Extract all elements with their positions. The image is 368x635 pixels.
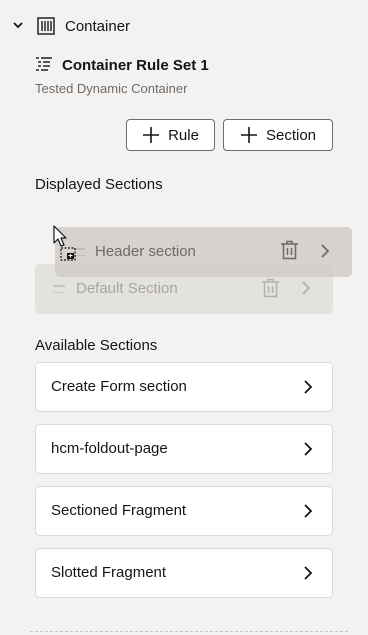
available-section-card[interactable]: hcm-foldout-page <box>35 424 333 474</box>
chevron-right-icon <box>304 442 313 456</box>
dragged-section-label: Header section <box>95 243 196 260</box>
collapse-chevron-down-icon[interactable] <box>10 17 26 33</box>
rule-set-list-icon <box>35 55 53 73</box>
available-section-label: Create Form section <box>51 378 187 395</box>
displayed-sections-label: Displayed Sections <box>35 176 163 193</box>
trash-icon[interactable] <box>261 278 280 298</box>
divider <box>30 631 348 633</box>
add-section-label: Section <box>265 126 317 144</box>
rule-set-subtitle: Tested Dynamic Container <box>35 81 188 96</box>
available-section-label: Sectioned Fragment <box>51 502 187 519</box>
add-section-button[interactable]: Section <box>223 119 333 151</box>
available-section-label: Slotted Fragment <box>51 564 167 581</box>
add-rule-button[interactable]: Rule <box>126 119 215 151</box>
drag-handle-icon[interactable] <box>53 285 65 293</box>
available-section-label: hcm-foldout-page <box>51 440 168 457</box>
plus-icon <box>240 127 257 143</box>
available-section-card[interactable]: Sectioned Fragment <box>35 486 333 536</box>
drag-cursor-icon <box>53 225 76 261</box>
add-rule-label: Rule <box>168 126 199 144</box>
chevron-right-icon[interactable] <box>317 243 333 259</box>
chevron-right-icon[interactable] <box>298 280 314 296</box>
container-title: Container <box>65 18 131 35</box>
available-section-card[interactable]: Slotted Fragment <box>35 548 333 598</box>
trash-icon[interactable] <box>280 240 299 260</box>
chevron-right-icon <box>304 504 313 518</box>
available-section-card[interactable]: Create Form section <box>35 362 333 412</box>
rule-set-title[interactable]: Container Rule Set 1 <box>62 56 209 76</box>
displayed-section-label: Default Section <box>76 280 178 297</box>
available-sections-label: Available Sections <box>35 337 158 354</box>
container-columns-icon <box>37 17 55 35</box>
plus-icon <box>143 127 160 143</box>
chevron-right-icon <box>304 566 313 580</box>
chevron-right-icon <box>304 380 313 394</box>
